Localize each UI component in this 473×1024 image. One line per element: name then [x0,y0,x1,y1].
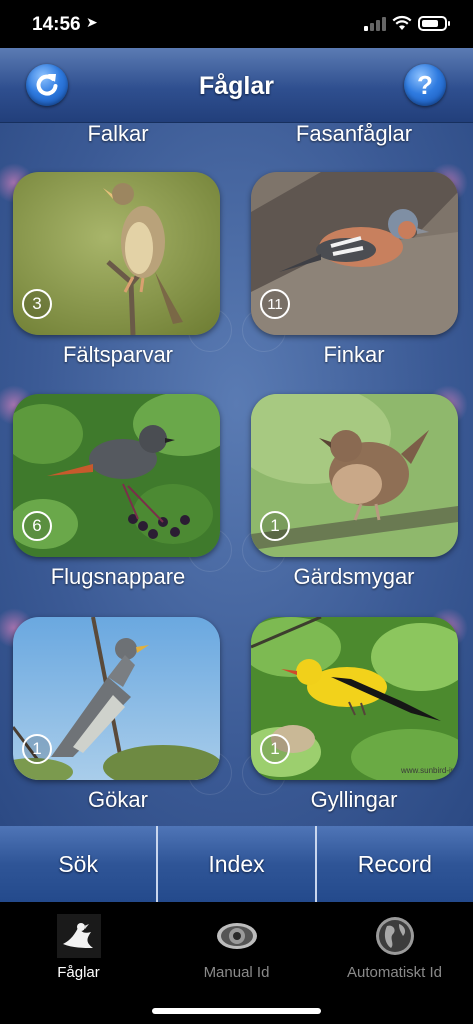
eye-icon [216,923,257,949]
bird-family-grid[interactable]: Falkar Fasanfåglar 3 11 Fältsparvar Fink… [0,123,473,826]
photo-credit-watermark: www.sunbird-image [400,766,458,775]
species-count-badge: 3 [22,289,52,319]
record-button[interactable]: Record [316,826,473,902]
family-label[interactable]: Flugsnappare [0,564,236,590]
family-tile-finkar[interactable]: 11 [251,172,458,335]
battery-icon [418,16,450,31]
app-header: Fåglar ? [0,48,473,123]
family-tile-gyllingar[interactable]: www.sunbird-image 1 [251,617,458,780]
globe-icon [375,917,414,955]
bird-icon [56,914,101,958]
battery-level [422,20,438,27]
family-tile-flugsnappare[interactable]: 6 [13,394,220,557]
species-count-badge: 11 [260,289,290,319]
action-bar: Sök Index Record [0,826,473,902]
wifi-icon [392,15,412,30]
species-count-badge: 6 [22,511,52,541]
tab-faglar[interactable]: Fåglar [0,914,157,981]
help-button[interactable]: ? [404,64,446,106]
tab-bar: Fåglar Manual Id Automatiskt Id [0,902,473,1024]
family-tile-gardsmygar[interactable]: 1 [251,394,458,557]
family-label-falkar[interactable]: Falkar [0,123,236,147]
family-tile-gokar[interactable]: 1 [13,617,220,780]
tab-manual-id[interactable]: Manual Id [158,914,315,981]
tab-label: Fåglar [57,964,100,981]
species-count-badge: 1 [260,734,290,764]
species-count-badge: 1 [22,734,52,764]
page-title: Fåglar [198,72,275,100]
tab-label: Manual Id [203,964,270,981]
home-indicator[interactable] [152,1008,321,1014]
family-tile-faltsparvar[interactable]: 3 [13,172,220,335]
location-arrow-icon: ➤ [86,14,98,30]
cellular-signal-icon [364,17,386,31]
family-label[interactable]: Gökar [0,787,236,813]
tab-label: Automatiskt Id [346,964,443,981]
search-button[interactable]: Sök [0,826,159,902]
family-label[interactable]: Fältsparvar [0,342,236,368]
family-label[interactable]: Gärdsmygar [236,564,472,590]
status-bar: 14:56 ➤ [0,0,473,48]
family-label[interactable]: Gyllingar [236,787,472,813]
index-button[interactable]: Index [158,826,317,902]
tab-automatiskt-id[interactable]: Automatiskt Id [316,914,473,981]
help-icon: ? [417,69,433,100]
family-label[interactable]: Finkar [236,342,472,368]
species-count-badge: 1 [260,511,290,541]
status-time: 14:56 [32,14,81,35]
family-label-fasanfaglar[interactable]: Fasanfåglar [236,123,472,147]
